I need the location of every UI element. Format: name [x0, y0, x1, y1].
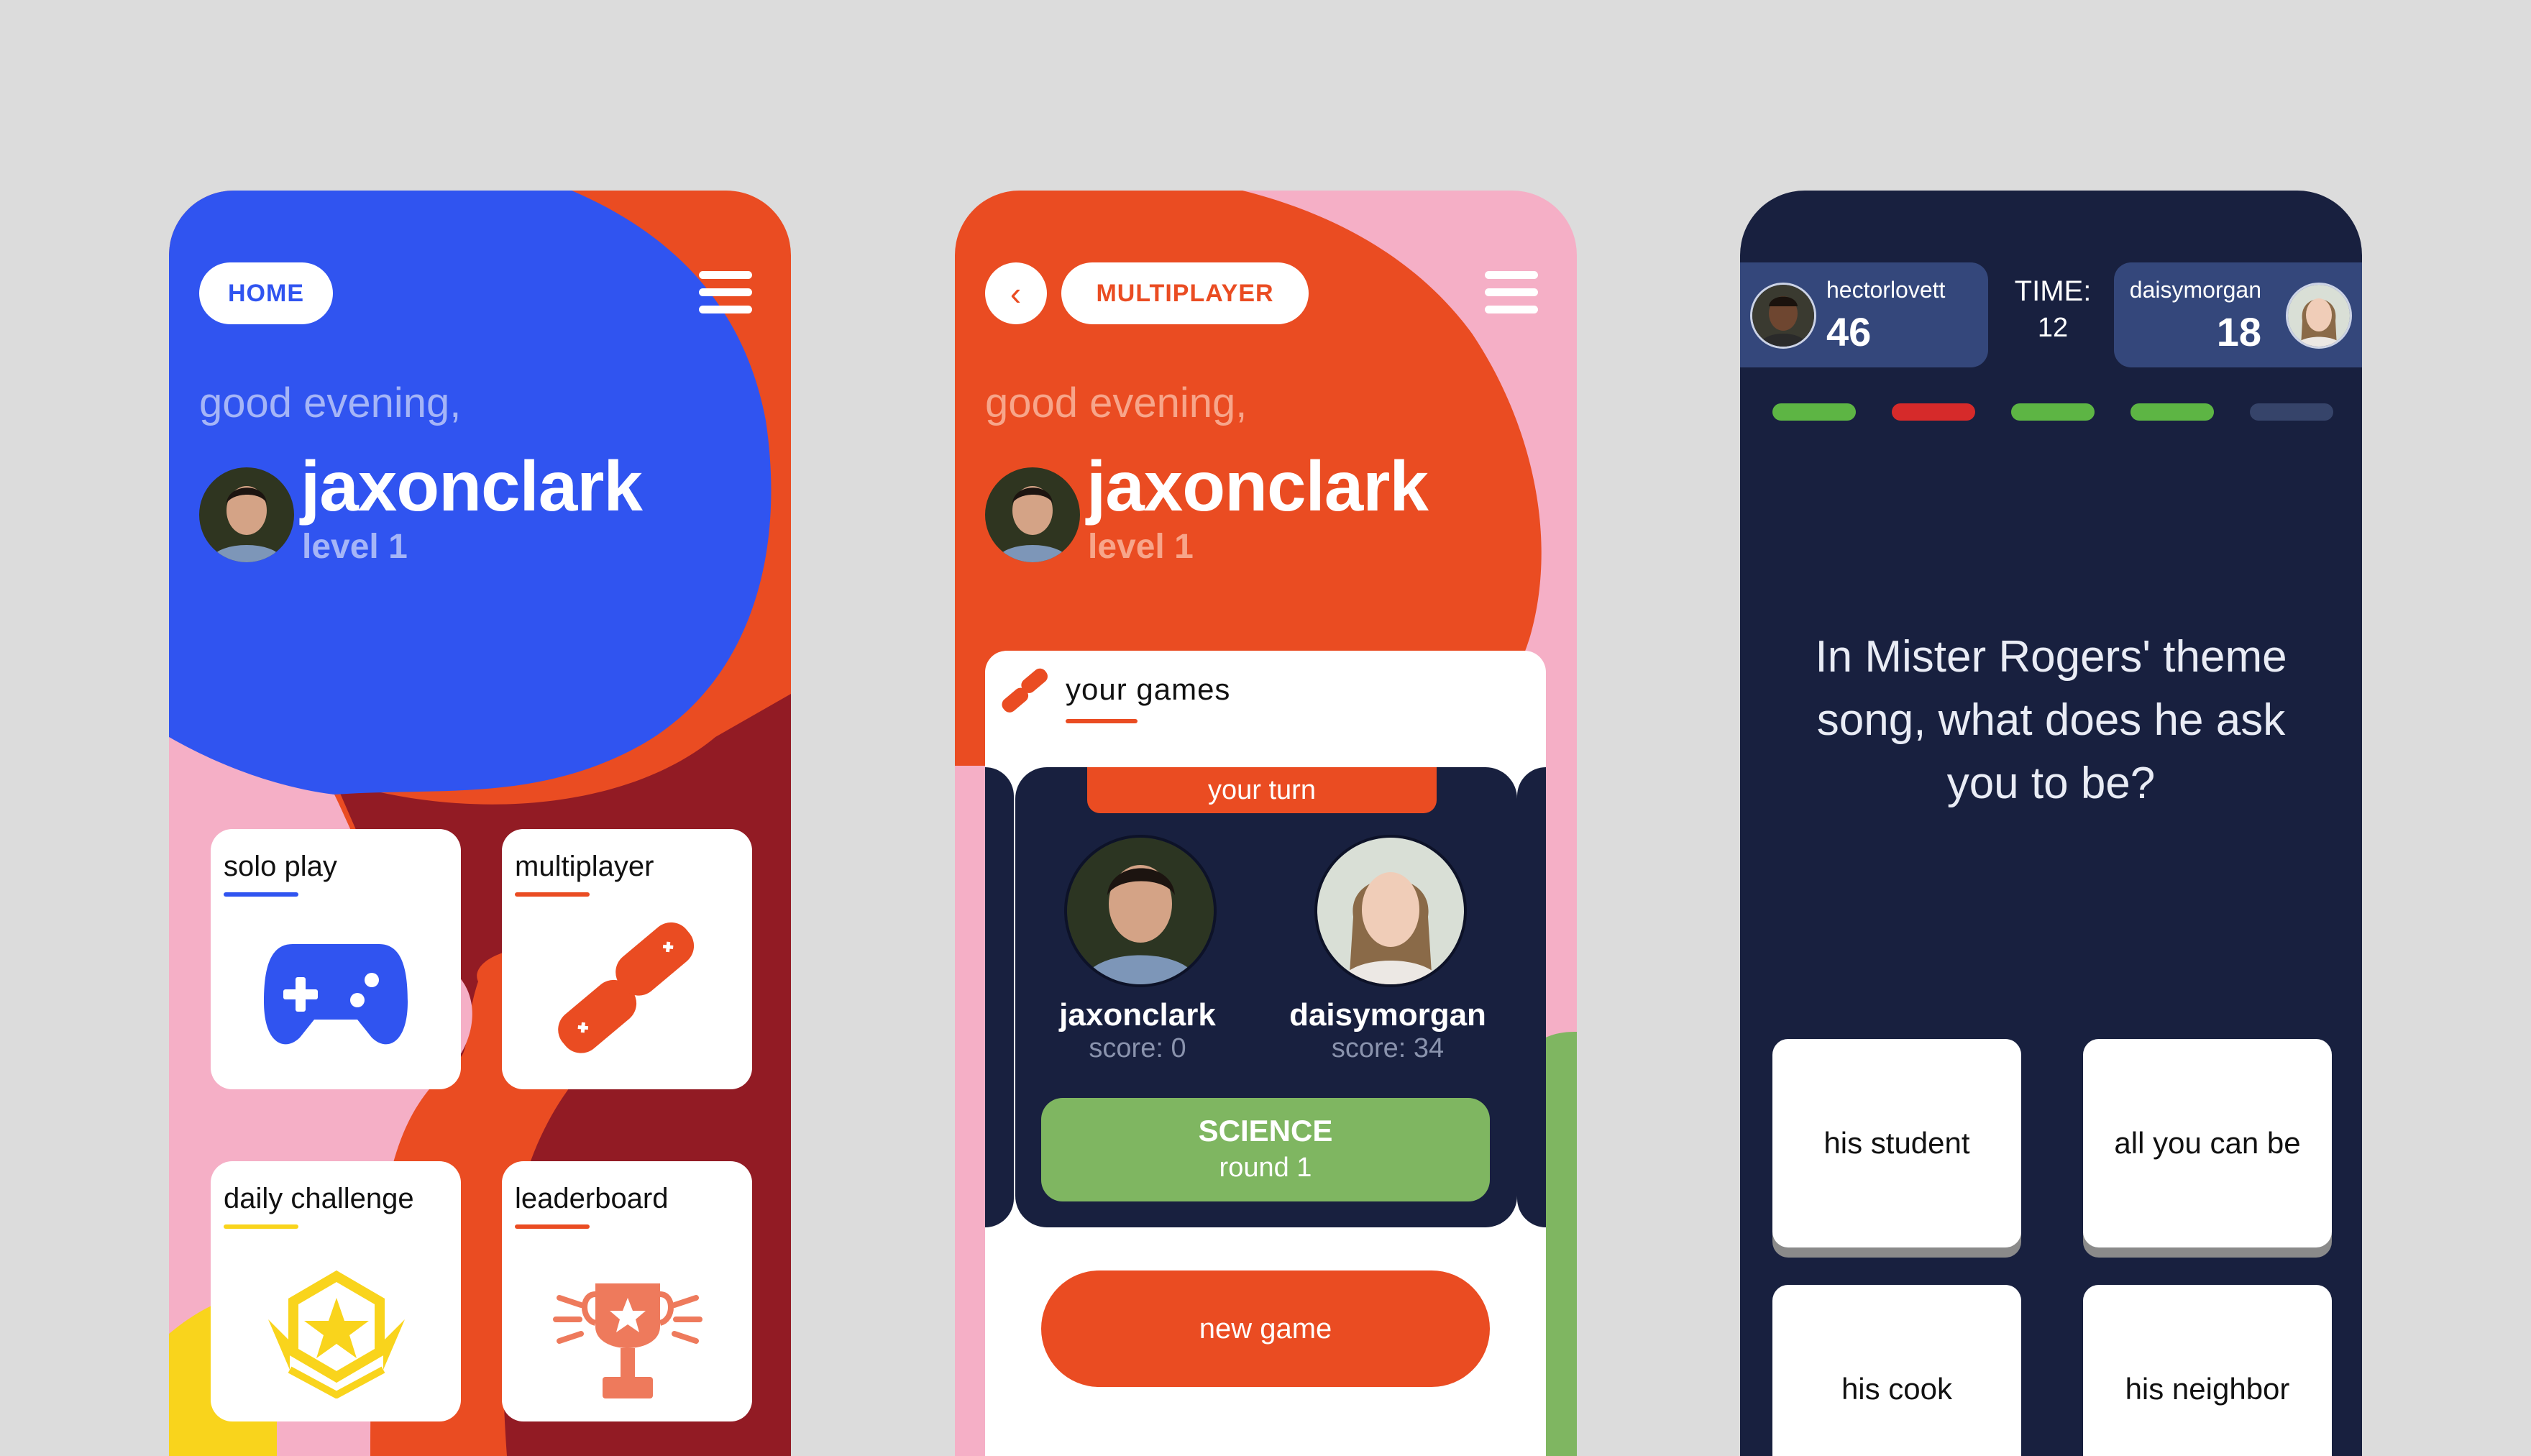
player-avatar [1064, 835, 1217, 987]
timer-value: 12 [2037, 313, 2069, 343]
game-card[interactable]: your turn jaxonclark score: 0 daisymorga… [1015, 767, 1517, 1227]
leaderboard-card[interactable]: leaderboard [502, 1161, 752, 1421]
multiplayer-screen: ‹ MULTIPLAYER good evening, jaxonclark l… [955, 191, 1577, 1456]
section-title: your games [1066, 672, 1231, 706]
player-score: score: 0 [1089, 1033, 1186, 1063]
daily-challenge-card[interactable]: daily challenge [211, 1161, 461, 1421]
card-underline [515, 1224, 590, 1229]
opponent-avatar [2286, 283, 2352, 349]
star-badge-icon [268, 1270, 405, 1398]
card-title: leaderboard [515, 1183, 669, 1214]
user-level: level 1 [1088, 528, 1194, 566]
hamburger-menu-icon[interactable] [699, 271, 752, 316]
player-name: hectorlovett [1826, 277, 1946, 303]
round-label: round 1 [1219, 1153, 1312, 1183]
linked-controllers-icon [1002, 668, 1048, 713]
previous-game-card-peek[interactable] [985, 767, 1014, 1227]
player-score: 46 [1826, 309, 1872, 354]
your-games-panel: your games your turn jaxonclark score: 0… [985, 651, 1546, 1456]
opponent-name: daisymorgan [1289, 997, 1486, 1033]
card-title: daily challenge [224, 1183, 414, 1214]
answer-option[interactable]: his cook [1772, 1285, 2021, 1456]
quiz-screen: hectorlovett 46 TIME: 12 daisymorgan 18 … [1740, 191, 2362, 1456]
turn-status-badge: your turn [1087, 767, 1437, 813]
user-level: level 1 [302, 528, 408, 566]
progress-segment-correct [1772, 403, 1856, 421]
back-button[interactable]: ‹ [985, 262, 1047, 324]
progress-segment-pending [2250, 403, 2333, 421]
home-screen: HOME good evening, jaxonclark level 1 so… [169, 191, 791, 1456]
new-game-button[interactable]: new game [1041, 1270, 1490, 1387]
progress-segment-correct [2130, 403, 2214, 421]
progress-segment-wrong [1892, 403, 1975, 421]
card-underline [224, 1224, 298, 1229]
progress-segment-correct [2011, 403, 2095, 421]
card-title: solo play [224, 851, 337, 882]
chevron-left-icon: ‹ [1010, 275, 1022, 312]
opponent-score: score: 34 [1331, 1033, 1445, 1063]
next-game-card-peek[interactable] [1517, 767, 1546, 1227]
player-name: jaxonclark [1059, 997, 1216, 1033]
greeting-text: good evening, [985, 380, 1248, 426]
user-avatar[interactable] [199, 467, 294, 562]
timer-label: TIME: [2014, 275, 2092, 307]
home-nav-pill[interactable]: HOME [199, 262, 333, 324]
player-score-box: hectorlovett 46 [1740, 262, 1988, 367]
question-text: In Mister Rogers' theme song, what does … [1815, 632, 2287, 808]
answer-option[interactable]: his student [1772, 1039, 2021, 1247]
opponent-avatar [1314, 835, 1467, 987]
hamburger-menu-icon[interactable] [1485, 271, 1538, 316]
player-avatar [1750, 283, 1816, 349]
solo-play-card[interactable]: solo play [211, 829, 461, 1089]
category-label: SCIENCE [1198, 1114, 1333, 1148]
answer-option[interactable]: all you can be [2083, 1039, 2332, 1247]
answer-option[interactable]: his neighbor [2083, 1285, 2332, 1456]
card-underline [224, 892, 298, 897]
opponent-name: daisymorgan [2129, 277, 2261, 303]
linked-controllers-icon [558, 922, 695, 1053]
greeting-text: good evening, [199, 380, 462, 426]
trophy-icon [553, 1283, 702, 1398]
username: jaxonclark [301, 447, 643, 526]
card-underline [515, 892, 590, 897]
username: jaxonclark [1086, 447, 1429, 526]
section-underline [1066, 719, 1138, 723]
category-button[interactable]: SCIENCE round 1 [1041, 1098, 1490, 1201]
gamepad-icon [264, 944, 408, 1045]
user-avatar[interactable] [985, 467, 1080, 562]
multiplayer-card[interactable]: multiplayer [502, 829, 752, 1089]
card-title: multiplayer [515, 851, 654, 882]
opponent-score: 18 [2216, 309, 2261, 354]
multiplayer-nav-pill[interactable]: MULTIPLAYER [1061, 262, 1309, 324]
opponent-score-box: daisymorgan 18 [2114, 262, 2362, 367]
